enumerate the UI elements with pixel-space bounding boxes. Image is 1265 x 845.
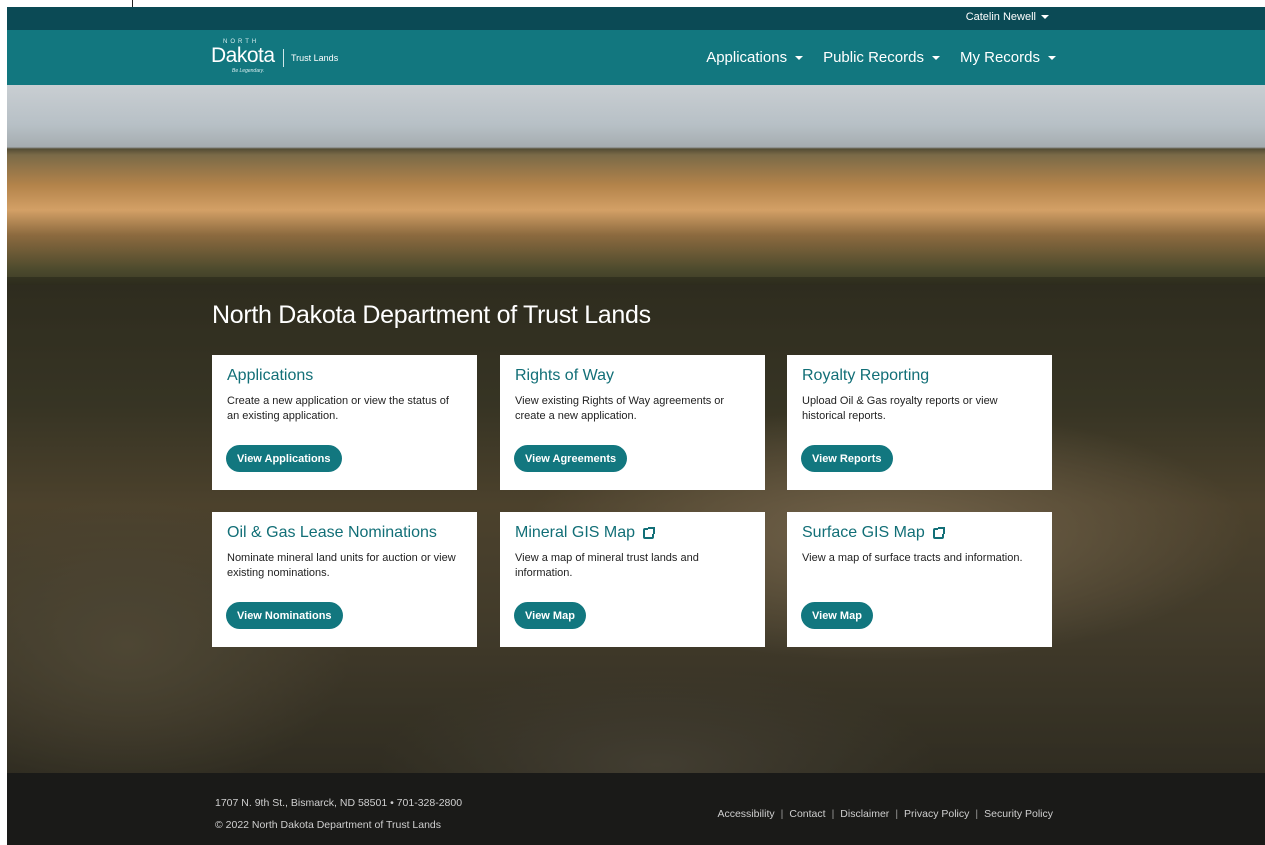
hero-landscape-image: North Dakota Department of Trust Lands A… xyxy=(7,85,1265,773)
chevron-down-icon xyxy=(1048,55,1056,60)
card-mineral-gis-map: Mineral GIS Map View a map of mineral tr… xyxy=(500,512,765,647)
card-applications: Applications Create a new application or… xyxy=(212,355,477,490)
card-lease-nominations: Oil & Gas Lease Nominations Nominate min… xyxy=(212,512,477,647)
footer-divider: | xyxy=(895,808,899,820)
footer-divider: | xyxy=(780,808,784,820)
card-title[interactable]: Oil & Gas Lease Nominations xyxy=(227,524,462,542)
card-royalty-reporting: Royalty Reporting Upload Oil & Gas royal… xyxy=(787,355,1052,490)
card-title-text: Royalty Reporting xyxy=(802,367,930,384)
view-surface-map-button[interactable]: View Map xyxy=(801,602,873,629)
card-title-text: Surface GIS Map xyxy=(802,524,925,541)
primary-nav: Applications Public Records My Records xyxy=(706,30,1056,85)
card-title[interactable]: Rights of Way xyxy=(515,367,750,385)
card-description: Create a new application or view the sta… xyxy=(227,395,449,422)
footer-link-accessibility[interactable]: Accessibility xyxy=(717,808,774,820)
footer-link-privacy-policy[interactable]: Privacy Policy xyxy=(904,808,969,820)
logo-wordmark: NORTH Dakota Be Legendary. xyxy=(211,39,277,77)
card-title[interactable]: Royalty Reporting xyxy=(802,367,1037,385)
footer-divider: | xyxy=(831,808,835,820)
view-agreements-button[interactable]: View Agreements xyxy=(514,445,628,472)
footer-link-security-policy[interactable]: Security Policy xyxy=(984,808,1053,820)
chevron-down-icon xyxy=(931,55,940,60)
view-mineral-map-button[interactable]: View Map xyxy=(514,602,586,629)
footer-address: 1707 N. 9th St., Bismarck, ND 58501 • 70… xyxy=(215,797,463,809)
footer-copyright: © 2022 North Dakota Department of Trust … xyxy=(215,819,442,831)
logo-subtitle: Trust Lands xyxy=(291,53,339,63)
page-title: North Dakota Department of Trust Lands xyxy=(212,301,651,329)
card-title[interactable]: Surface GIS Map xyxy=(802,524,1037,542)
view-nominations-button[interactable]: View Nominations xyxy=(226,602,343,629)
card-title-text: Rights of Way xyxy=(515,367,614,384)
external-link-icon xyxy=(643,526,656,539)
card-description: Upload Oil & Gas royalty reports or view… xyxy=(802,395,998,422)
chevron-down-icon xyxy=(1041,15,1049,19)
page: Catelin Newell NORTH Dakota Be Legendary… xyxy=(7,7,1265,845)
nav-public-records[interactable]: Public Records xyxy=(823,49,940,66)
nav-applications[interactable]: Applications xyxy=(706,49,804,66)
logo-divider xyxy=(283,49,284,67)
chevron-down-icon xyxy=(795,55,804,60)
nav-label: Public Records xyxy=(823,49,924,66)
card-description: View existing Rights of Way agreements o… xyxy=(515,395,725,422)
card-rights-of-way: Rights of Way View existing Rights of Wa… xyxy=(500,355,765,490)
nav-label: My Records xyxy=(959,49,1040,66)
view-reports-button[interactable]: View Reports xyxy=(801,445,893,472)
footer-link-disclaimer[interactable]: Disclaimer xyxy=(840,808,889,820)
footer-divider: | xyxy=(975,808,979,820)
card-title[interactable]: Applications xyxy=(227,367,462,385)
footer-links: Accessibility | Contact | Disclaimer | P… xyxy=(717,808,1053,820)
site-footer: 1707 N. 9th St., Bismarck, ND 58501 • 70… xyxy=(7,773,1265,845)
nav-label: Applications xyxy=(706,49,788,66)
card-title-text: Applications xyxy=(227,367,314,384)
nav-my-records[interactable]: My Records xyxy=(960,49,1056,66)
logo-dakota: Dakota xyxy=(211,44,275,67)
card-title[interactable]: Mineral GIS Map xyxy=(515,524,750,542)
top-utility-bar: Catelin Newell xyxy=(7,7,1265,30)
card-surface-gis-map: Surface GIS Map View a map of surface tr… xyxy=(787,512,1052,647)
window-edge-mark xyxy=(132,0,133,7)
main-navbar: NORTH Dakota Be Legendary. Trust Lands A… xyxy=(7,30,1265,85)
card-description: View a map of mineral trust lands and in… xyxy=(515,552,699,579)
footer-link-contact[interactable]: Contact xyxy=(789,808,825,820)
view-applications-button[interactable]: View Applications xyxy=(226,445,342,472)
external-link-icon xyxy=(932,526,945,539)
card-description: View a map of surface tracts and informa… xyxy=(802,552,1023,564)
logo-tagline: Be Legendary. xyxy=(232,68,265,74)
card-description: Nominate mineral land units for auction … xyxy=(227,552,456,579)
user-name: Catelin Newell xyxy=(965,11,1036,23)
card-title-text: Mineral GIS Map xyxy=(515,524,636,541)
card-title-text: Oil & Gas Lease Nominations xyxy=(227,524,437,541)
site-logo[interactable]: NORTH Dakota Be Legendary. Trust Lands xyxy=(211,39,338,77)
user-menu[interactable]: Catelin Newell xyxy=(966,11,1049,23)
